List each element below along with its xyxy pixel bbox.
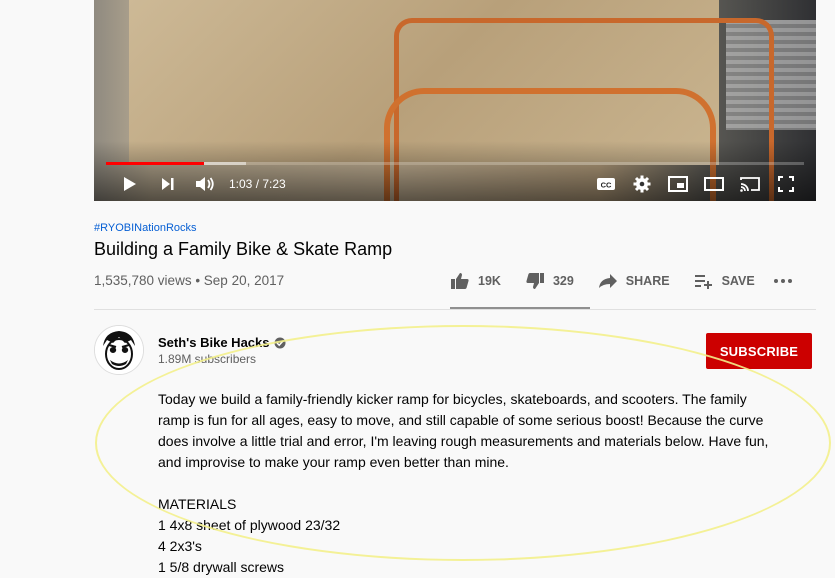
channel-avatar[interactable] — [94, 325, 144, 375]
like-count: 19K — [478, 274, 501, 288]
share-button[interactable]: SHARE — [598, 273, 670, 289]
materials-list: MATERIALS 1 4x8 sheet of plywood 23/32 4… — [158, 494, 340, 578]
svg-text:CC: CC — [601, 181, 612, 190]
fullscreen-button[interactable] — [775, 174, 797, 194]
avatar-face-icon — [95, 326, 143, 374]
more-actions-button[interactable] — [773, 278, 793, 284]
playlist-add-icon — [694, 275, 712, 289]
channel-name-row: Seth's Bike Hacks — [158, 335, 286, 350]
verified-icon — [274, 337, 286, 348]
theater-button[interactable] — [703, 174, 725, 194]
miniplayer-button[interactable] — [667, 174, 689, 194]
captions-button[interactable]: CC — [595, 174, 617, 194]
time-display: 1:03 / 7:23 — [229, 177, 286, 191]
divider — [94, 309, 816, 310]
video-title: Building a Family Bike & Skate Ramp — [94, 239, 393, 259]
subscribe-button[interactable]: SUBSCRIBE — [706, 333, 812, 369]
thumbs-up-icon — [451, 273, 469, 289]
settings-icon — [633, 175, 651, 193]
materials-item: 4 2x3's — [158, 538, 202, 554]
dislike-button[interactable]: 329 — [525, 272, 574, 290]
materials-heading: MATERIALS — [158, 496, 237, 512]
settings-button[interactable] — [631, 174, 653, 194]
volume-icon — [196, 177, 214, 191]
miniplayer-icon — [668, 176, 688, 192]
share-label: SHARE — [625, 274, 670, 288]
description-text: Today we build a family-friendly kicker … — [158, 391, 769, 470]
like-button[interactable]: 19K — [450, 272, 501, 290]
video-player[interactable]: 1:03 / 7:23 CC — [94, 0, 816, 201]
captions-icon: CC — [597, 178, 615, 190]
views-date: 1,535,780 views • Sep 20, 2017 — [94, 273, 285, 288]
thumbs-down-icon — [526, 273, 544, 289]
materials-item: 1 4x8 sheet of plywood 23/32 — [158, 517, 341, 533]
theater-icon — [704, 177, 724, 191]
share-icon — [598, 274, 617, 288]
fullscreen-icon — [778, 176, 794, 192]
progress-played — [106, 162, 204, 165]
cast-icon — [740, 177, 760, 192]
more-horiz-icon — [773, 279, 792, 283]
next-button[interactable] — [158, 174, 178, 194]
hashtag-link[interactable]: #RYOBINationRocks — [94, 222, 197, 234]
channel-name[interactable]: Seth's Bike Hacks — [158, 335, 269, 350]
cast-button[interactable] — [739, 174, 761, 194]
save-label: SAVE — [721, 274, 755, 288]
description: Today we build a family-friendly kicker … — [158, 389, 773, 473]
progress-bar[interactable] — [106, 162, 804, 165]
action-bar: 19K 329 SHARE SAVE — [450, 272, 817, 290]
dislike-count: 329 — [552, 274, 574, 288]
subscriber-count: 1.89M subscribers — [158, 352, 257, 366]
next-icon — [162, 178, 174, 190]
play-button[interactable] — [120, 174, 140, 194]
save-button[interactable]: SAVE — [694, 273, 755, 289]
volume-button[interactable] — [194, 174, 216, 194]
play-icon — [124, 177, 136, 191]
